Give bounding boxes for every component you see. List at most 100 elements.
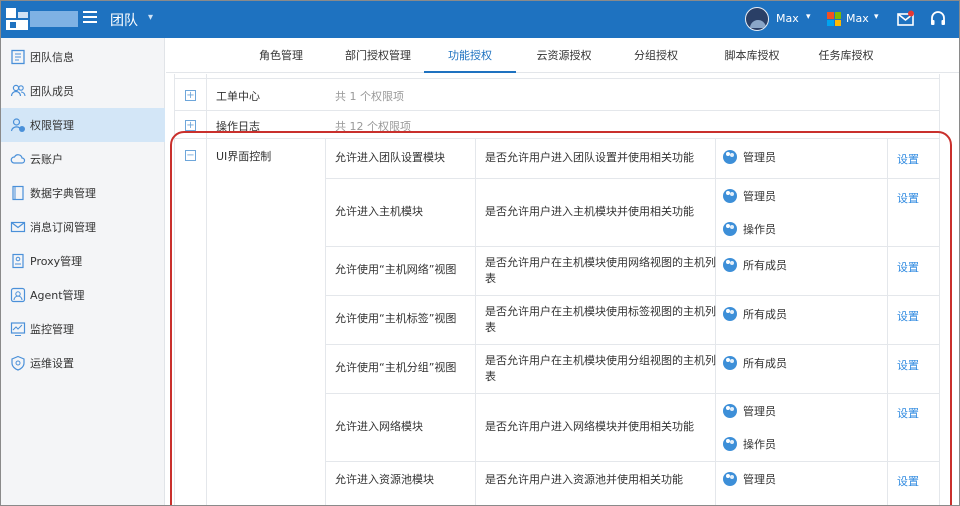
role-users-icon (723, 356, 737, 370)
id-card-icon (11, 49, 25, 65)
settings-link[interactable]: 设置 (897, 473, 919, 489)
sidebar-item-label: 权限管理 (30, 119, 74, 132)
role-users-icon (723, 189, 737, 203)
sidebar-item-agent[interactable]: Agent管理 (0, 278, 165, 312)
role-tag: 操作员 (723, 221, 776, 237)
collapse-toggle-icon[interactable]: − (185, 150, 196, 161)
sidebar-item-label: 数据字典管理 (30, 187, 96, 200)
permission-description: 是否允许用户进入资源池并使用相关功能 (485, 473, 683, 486)
permission-description: 是否允许用户进入主机模块并使用相关功能 (485, 205, 694, 218)
sidebar-item-data-dictionary[interactable]: 数据字典管理 (0, 176, 165, 210)
sidebar-item-proxy[interactable]: Proxy管理 (0, 244, 165, 278)
sidebar-item-label: Proxy管理 (30, 255, 83, 268)
sidebar-item-message-subscription[interactable]: 消息订阅管理 (0, 210, 165, 244)
expand-toggle-icon[interactable]: + (185, 120, 196, 131)
message-icon[interactable] (897, 10, 915, 28)
sidebar-item-label: 运维设置 (30, 357, 74, 370)
hamburger-menu-icon[interactable] (83, 11, 97, 25)
shield-gear-icon (11, 355, 25, 371)
agent-icon (10, 287, 26, 303)
microsoft-logo-icon[interactable] (827, 12, 841, 26)
sidebar-item-monitoring[interactable]: 监控管理 (0, 312, 165, 346)
sidebar: 团队信息 团队成员 权限管理 云账户 数据字典管理 消息订阅管理 Proxy管理… (0, 38, 165, 506)
team-title[interactable]: 团队 (110, 10, 138, 30)
role-users-icon (723, 472, 737, 486)
permission-name: 允许进入主机模块 (335, 205, 423, 218)
settings-link[interactable]: 设置 (897, 308, 919, 324)
settings-link[interactable]: 设置 (897, 405, 919, 421)
tab-role-management[interactable]: 角色管理 (246, 38, 316, 73)
role-users-icon (723, 150, 737, 164)
sidebar-item-label: 团队信息 (30, 51, 74, 64)
permission-name: 允许进入资源池模块 (335, 473, 434, 486)
role-users-icon (723, 404, 737, 418)
role-users-icon (723, 222, 737, 236)
group-name: UI界面控制 (216, 150, 272, 163)
user-chevron-down-icon[interactable]: ▾ (806, 12, 811, 22)
tab-cloud-resource-authorization[interactable]: 云资源授权 (526, 38, 602, 73)
permission-table: + 工单中心 共 1 个权限项 + 操作日志 共 12 个权限项 − UI界面控… (166, 74, 960, 506)
expand-toggle-icon[interactable]: + (185, 90, 196, 101)
sidebar-item-cloud-account[interactable]: 云账户 (0, 142, 165, 176)
sidebar-item-label: 消息订阅管理 (30, 221, 96, 234)
settings-link[interactable]: 设置 (897, 190, 919, 206)
mail-icon (10, 221, 26, 233)
user-permission-icon (10, 118, 25, 132)
tab-script-library-authorization[interactable]: 脚本库授权 (714, 38, 790, 73)
group-name: 工单中心 (216, 90, 260, 103)
tab-bar: 角色管理 部门授权管理 功能授权 云资源授权 分组授权 脚本库授权 任务库授权 (166, 38, 960, 73)
role-tag: 管理员 (723, 471, 776, 487)
settings-link[interactable]: 设置 (897, 151, 919, 167)
permission-name: 允许使用“主机标签”视图 (335, 312, 457, 325)
avatar[interactable] (745, 7, 769, 31)
sidebar-item-label: 监控管理 (30, 323, 74, 336)
role-tag: 所有成员 (723, 355, 787, 371)
app-logo-icon[interactable] (6, 8, 30, 30)
role-users-icon (723, 258, 737, 272)
account-chevron-down-icon[interactable]: ▾ (874, 12, 879, 22)
role-users-icon (723, 437, 737, 451)
sidebar-item-ops-settings[interactable]: 运维设置 (0, 346, 165, 380)
permission-description: 是否允许用户在主机模块使用分组视图的主机列表 (485, 354, 716, 383)
sidebar-item-label: 团队成员 (30, 85, 74, 98)
book-icon (12, 185, 24, 201)
role-tag: 管理员 (723, 188, 776, 204)
team-chevron-icon[interactable]: ▾ (148, 12, 153, 23)
headset-icon[interactable] (929, 10, 947, 28)
permission-name: 允许进入团队设置模块 (335, 151, 445, 164)
redacted-logo-text (30, 11, 78, 27)
monitor-icon (10, 322, 26, 336)
role-tag: 管理员 (723, 149, 776, 165)
permission-name: 允许使用“主机分组”视图 (335, 361, 457, 374)
sidebar-item-label: Agent管理 (30, 289, 85, 302)
permission-name: 允许使用“主机网络”视图 (335, 263, 457, 276)
tab-task-library-authorization[interactable]: 任务库授权 (808, 38, 884, 73)
permission-description: 是否允许用户进入网络模块并使用相关功能 (485, 420, 694, 433)
role-tag: 所有成员 (723, 306, 787, 322)
group-count: 共 12 个权限项 (335, 120, 411, 133)
proxy-icon (12, 253, 24, 269)
role-users-icon (723, 307, 737, 321)
group-count: 共 1 个权限项 (335, 90, 404, 103)
role-tag: 所有成员 (723, 257, 787, 273)
sidebar-item-team-info[interactable]: 团队信息 (0, 40, 165, 74)
role-tag: 管理员 (723, 403, 776, 419)
user-name-2[interactable]: Max (846, 12, 869, 25)
sidebar-item-permission-management[interactable]: 权限管理 (0, 108, 165, 142)
role-tag: 操作员 (723, 436, 776, 452)
tab-group-authorization[interactable]: 分组授权 (624, 38, 688, 73)
user-name-1[interactable]: Max (776, 12, 799, 25)
tab-department-authorization[interactable]: 部门授权管理 (336, 38, 420, 73)
group-name: 操作日志 (216, 120, 260, 133)
permission-description: 是否允许用户在主机模块使用标签视图的主机列表 (485, 305, 716, 334)
permission-description: 是否允许用户在主机模块使用网络视图的主机列表 (485, 256, 716, 285)
permission-description: 是否允许用户进入团队设置并使用相关功能 (485, 151, 694, 164)
tab-feature-authorization[interactable]: 功能授权 (424, 38, 516, 73)
settings-link[interactable]: 设置 (897, 259, 919, 275)
permission-name: 允许进入网络模块 (335, 420, 423, 433)
top-bar: 团队 ▾ Max ▾ Max ▾ (0, 0, 960, 38)
sidebar-item-team-members[interactable]: 团队成员 (0, 74, 165, 108)
sidebar-item-label: 云账户 (30, 153, 63, 166)
cloud-icon (10, 154, 26, 164)
settings-link[interactable]: 设置 (897, 357, 919, 373)
